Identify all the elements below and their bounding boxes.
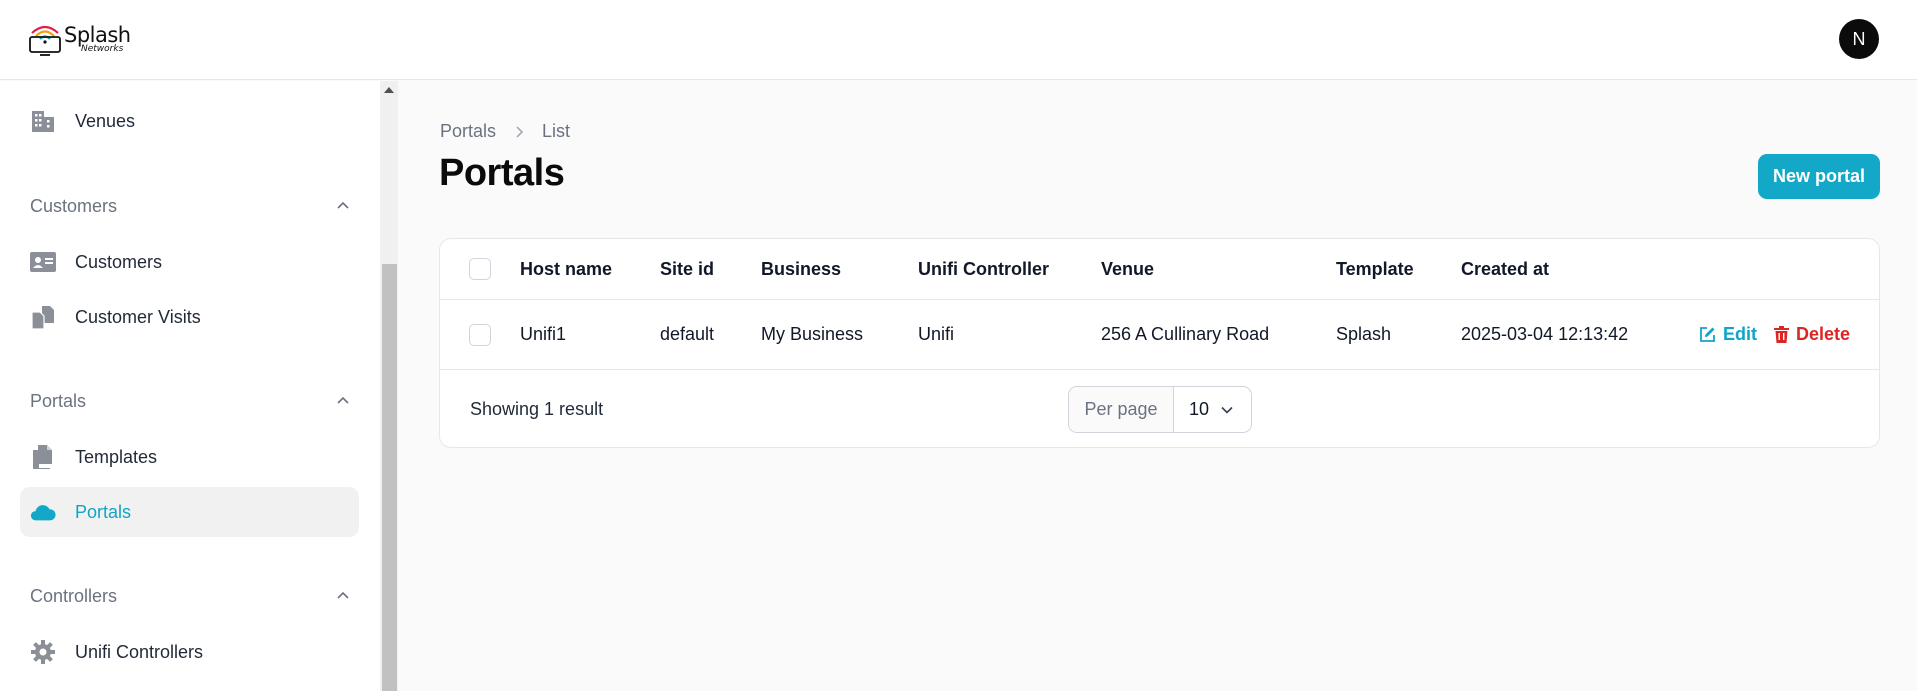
chevron-up-icon <box>337 201 349 209</box>
sidebar-scrollbar[interactable] <box>380 81 398 691</box>
column-header-site-id[interactable]: Site id <box>660 259 714 280</box>
edit-icon <box>1700 327 1715 342</box>
table-header: Host name Site id Business Unifi Control… <box>440 239 1879 300</box>
breadcrumb-item-portals[interactable]: Portals <box>440 121 496 142</box>
sidebar-item-label: Venues <box>75 110 136 131</box>
result-count: Showing 1 result <box>470 399 604 419</box>
cloud-icon <box>30 499 56 525</box>
column-header-template[interactable]: Template <box>1336 259 1414 280</box>
sidebar-item-label: Portals <box>75 501 132 522</box>
chevron-right-icon <box>516 125 524 138</box>
sidebar-item-venues[interactable]: Venues <box>20 96 359 146</box>
avatar-initial: N <box>1852 28 1866 49</box>
sidebar-item-label: Customers <box>75 251 163 272</box>
per-page-select[interactable]: 10 <box>1174 387 1251 432</box>
cell-template: Splash <box>1336 324 1392 344</box>
app-logo[interactable]: Splash Networks <box>28 20 138 58</box>
sidebar-item-label: Templates <box>75 446 158 467</box>
table-footer: Showing 1 result Per page 10 <box>440 371 1879 447</box>
cell-venue: 256 A Cullinary Road <box>1101 324 1270 344</box>
column-header-unifi-controller[interactable]: Unifi Controller <box>918 259 1049 280</box>
chevron-up-icon <box>337 591 349 599</box>
column-header-created-at[interactable]: Created at <box>1461 259 1549 280</box>
sidebar-item-portals[interactable]: Portals <box>20 487 359 537</box>
group-portals-header[interactable]: Portals <box>30 386 350 416</box>
group-title: Controllers <box>30 585 118 606</box>
top-bar: Splash Networks N <box>0 0 1917 80</box>
sidebar-item-label: Unifi Controllers <box>75 641 204 662</box>
per-page-control: Per page 10 <box>1068 386 1252 433</box>
column-header-host-name[interactable]: Host name <box>520 259 612 280</box>
sidebar-item-customers[interactable]: Customers <box>20 237 359 287</box>
delete-button[interactable]: Delete <box>1774 324 1850 345</box>
per-page-label: Per page <box>1069 387 1174 432</box>
chevron-down-icon <box>1221 406 1233 414</box>
sidebar-item-label: Customer Visits <box>75 306 201 327</box>
id-card-icon <box>30 249 56 275</box>
sidebar: Venues Customers Customers Customer Visi… <box>0 81 380 691</box>
trash-icon <box>1774 326 1789 343</box>
table-row: Unifi1 default My Business Unifi 256 A C… <box>440 300 1879 370</box>
select-all-checkbox[interactable] <box>469 258 491 280</box>
main-content: Portals List Portals New portal Host nam… <box>399 81 1917 691</box>
group-title: Portals <box>30 390 87 411</box>
scroll-up-arrow-icon[interactable] <box>384 87 394 93</box>
sidebar-item-templates[interactable]: Templates <box>20 432 359 482</box>
portals-table-card: Host name Site id Business Unifi Control… <box>439 238 1880 448</box>
cell-created-at: 2025-03-04 12:13:42 <box>1461 324 1629 344</box>
breadcrumb: Portals List <box>440 121 570 142</box>
cell-site-id: default <box>660 324 715 344</box>
logo-subtext: Networks <box>81 44 124 54</box>
building-icon <box>30 108 56 134</box>
row-checkbox[interactable] <box>469 324 491 346</box>
per-page-value: 10 <box>1189 399 1210 419</box>
column-header-venue[interactable]: Venue <box>1101 259 1154 280</box>
new-portal-button[interactable]: New portal <box>1758 154 1880 199</box>
edit-label: Edit <box>1723 324 1757 344</box>
breadcrumb-item-list: List <box>542 121 571 141</box>
edit-button[interactable]: Edit <box>1699 324 1757 345</box>
document-duplicate-icon <box>30 444 56 470</box>
chevron-up-icon <box>337 396 349 404</box>
cell-business: My Business <box>761 324 864 344</box>
gear-icon <box>30 639 56 665</box>
delete-label: Delete <box>1796 324 1851 344</box>
group-customers-header[interactable]: Customers <box>30 191 350 221</box>
column-header-business[interactable]: Business <box>761 259 841 280</box>
cell-unifi-controller: Unifi <box>918 324 955 344</box>
group-controllers-header[interactable]: Controllers <box>30 581 350 611</box>
page-title: Portals <box>439 152 565 194</box>
sidebar-item-customer-visits[interactable]: Customer Visits <box>20 292 359 342</box>
sidebar-item-unifi-controllers[interactable]: Unifi Controllers <box>20 627 359 677</box>
scroll-thumb[interactable] <box>382 264 397 691</box>
user-avatar[interactable]: N <box>1839 19 1879 59</box>
wifi-logo-icon <box>29 25 61 56</box>
group-title: Customers <box>30 195 118 216</box>
documents-icon <box>30 304 56 330</box>
cell-host-name: Unifi1 <box>520 324 567 344</box>
